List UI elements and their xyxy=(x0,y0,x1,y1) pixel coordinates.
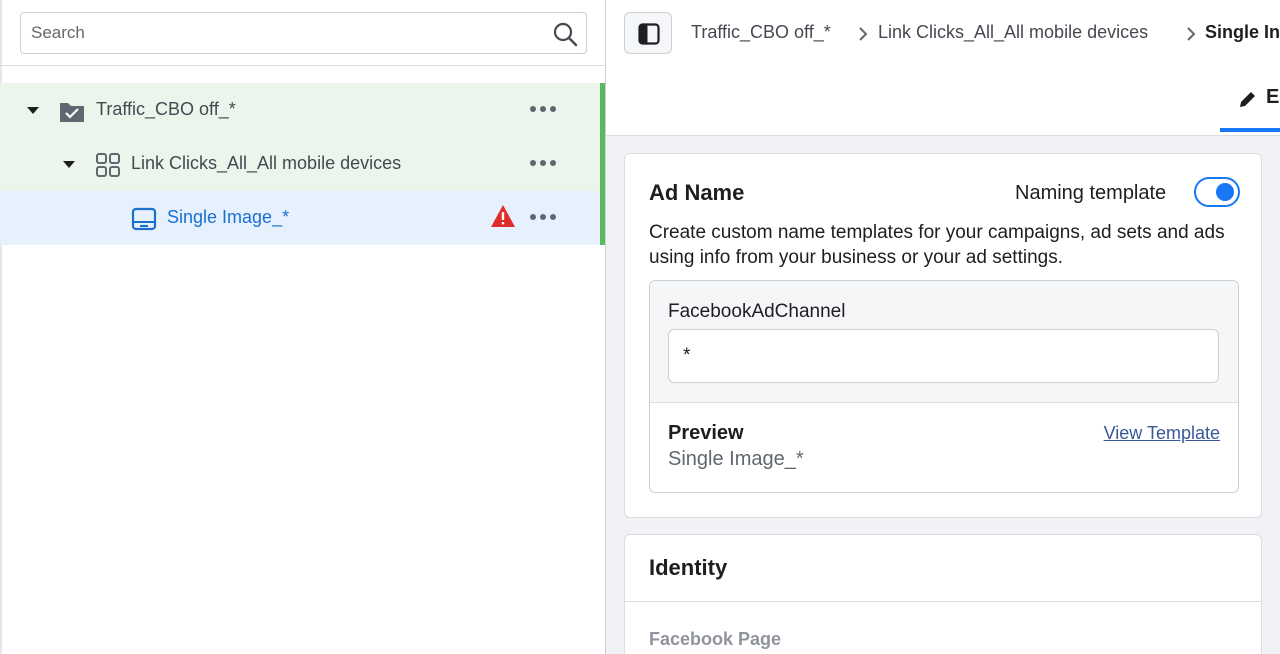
naming-template-label: Naming template xyxy=(1015,182,1167,204)
caret-down-icon[interactable] xyxy=(27,107,39,114)
facebook-page-label: Facebook Page xyxy=(649,629,782,649)
name-template-box: FacebookAdChannel Preview View Template … xyxy=(649,280,1239,493)
toggle-knob xyxy=(1216,183,1234,201)
preview-value: Single Image_* xyxy=(668,448,804,470)
pencil-icon xyxy=(1240,92,1255,107)
divider xyxy=(625,601,1261,602)
tree-label-ad: Single Image_* xyxy=(167,207,290,227)
warning-icon[interactable] xyxy=(490,204,516,228)
naming-template-toggle[interactable] xyxy=(1194,177,1240,207)
ad-name-description: Create custom name templates for your ca… xyxy=(649,222,1225,268)
tree-label-campaign: Traffic_CBO off_* xyxy=(96,99,236,119)
preview-title: Preview xyxy=(668,422,744,444)
tab-edit[interactable]: E xyxy=(1220,84,1280,132)
ad-set-grid-icon xyxy=(96,153,120,177)
chevron-right-icon xyxy=(1187,27,1196,41)
more-options-icon[interactable] xyxy=(530,105,556,113)
template-field-input[interactable] xyxy=(668,329,1219,383)
search-icon[interactable] xyxy=(552,21,578,47)
ad-name-title: Ad Name xyxy=(649,180,745,205)
tab-edit-label: E xyxy=(1266,86,1280,108)
chevron-right-icon xyxy=(859,27,868,41)
view-template-link[interactable]: View Template xyxy=(1104,423,1220,444)
search-box[interactable] xyxy=(20,12,587,54)
tree-label-ad-set: Link Clicks_All_All mobile devices xyxy=(131,153,402,173)
identity-card: Identity Facebook Page xyxy=(624,534,1262,654)
template-field-section: FacebookAdChannel xyxy=(650,281,1238,403)
breadcrumb-item-ad-set[interactable]: Link Clicks_All_All mobile devices xyxy=(878,22,1148,43)
campaign-tree: Traffic_CBO off_* Link Clicks_All_All mo… xyxy=(0,83,605,245)
editor-panel: Traffic_CBO off_* Link Clicks_All_All mo… xyxy=(606,0,1280,654)
tree-panel: Traffic_CBO off_* Link Clicks_All_All mo… xyxy=(0,0,606,654)
search-bar xyxy=(0,0,605,66)
breadcrumb-item-campaign[interactable]: Traffic_CBO off_* xyxy=(691,22,831,43)
sidebar-panel-icon xyxy=(638,23,660,45)
active-branch-bar xyxy=(600,83,605,245)
campaign-folder-icon xyxy=(60,103,84,122)
breadcrumb-item-ad[interactable]: Single In xyxy=(1205,22,1280,43)
tree-row-campaign[interactable]: Traffic_CBO off_* xyxy=(0,83,605,245)
ad-name-card: Ad Name Naming template Create custom na… xyxy=(624,153,1262,518)
editor-header: Traffic_CBO off_* Link Clicks_All_All mo… xyxy=(606,0,1280,136)
toggle-sidebar-button[interactable] xyxy=(624,12,672,54)
more-options-icon[interactable] xyxy=(530,159,556,167)
ad-icon xyxy=(131,207,157,231)
active-tab-indicator xyxy=(1220,128,1280,132)
identity-title: Identity xyxy=(649,555,728,580)
caret-down-icon[interactable] xyxy=(63,161,75,168)
more-options-icon[interactable] xyxy=(530,213,556,221)
tree-row-ad[interactable]: Single Image_* xyxy=(0,191,600,245)
template-field-label: FacebookAdChannel xyxy=(668,301,846,322)
search-input[interactable] xyxy=(31,13,551,53)
tree-row-ad-set[interactable]: Link Clicks_All_All mobile devices xyxy=(0,137,600,191)
